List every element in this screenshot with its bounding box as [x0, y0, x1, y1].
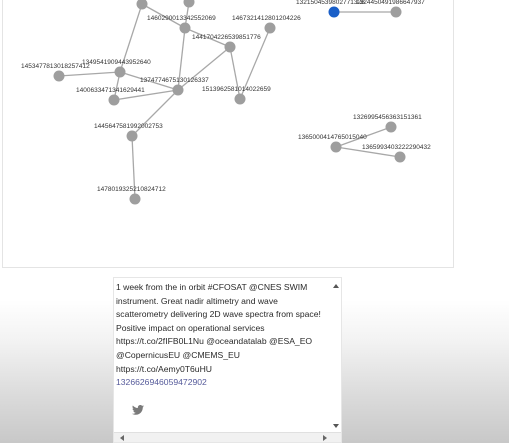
- twitter-icon[interactable]: [132, 405, 144, 415]
- graph-edge: [58, 71, 121, 77]
- graph-node[interactable]: [264, 22, 276, 34]
- node-label: 1513962581014022659: [202, 86, 271, 93]
- node-label: 1400633471341629441: [76, 87, 145, 94]
- tweet-body: 1 week from the in orbit #CFOSAT @CNES S…: [116, 282, 324, 374]
- graph-node[interactable]: [234, 93, 246, 105]
- node-label: 1326995456363151361: [353, 114, 422, 121]
- tweet-id-link[interactable]: 1326626946059472902: [116, 376, 328, 390]
- graph-node[interactable]: [129, 193, 141, 205]
- graph-node[interactable]: [172, 84, 184, 96]
- node-label: 1365000414765015040: [298, 134, 367, 141]
- graph-node[interactable]: [108, 94, 120, 106]
- scroll-up-arrow[interactable]: [333, 284, 339, 288]
- graph-panel[interactable]: 1460290013342552069 1467321412801204226 14…: [2, 0, 454, 268]
- node-label: 1441704226539851776: [192, 34, 261, 41]
- scroll-right-arrow[interactable]: [323, 435, 327, 441]
- node-label: 1349541909443952640: [82, 59, 151, 66]
- node-label: 1467321412801204226: [232, 15, 301, 22]
- horizontal-scrollbar[interactable]: [114, 432, 341, 442]
- tweet-card: 1 week from the in orbit #CFOSAT @CNES S…: [113, 277, 342, 443]
- scroll-left-arrow[interactable]: [120, 435, 124, 441]
- graph-node[interactable]: [328, 6, 340, 18]
- graph-node[interactable]: [126, 130, 138, 142]
- node-label: 1324450491986647937: [356, 0, 425, 6]
- tweet-text: 1 week from the in orbit #CFOSAT @CNES S…: [116, 281, 328, 390]
- graph-node[interactable]: [114, 66, 126, 78]
- node-label: 1460290013342552069: [147, 15, 216, 22]
- graph-node[interactable]: [136, 0, 148, 10]
- graph-node[interactable]: [385, 121, 397, 133]
- node-label: 1365993403222290432: [362, 144, 431, 151]
- node-label: 1374774675130126337: [140, 77, 209, 84]
- graph-node[interactable]: [390, 6, 402, 18]
- node-label: 1321504539802771328: [296, 0, 365, 6]
- graph-node[interactable]: [179, 22, 191, 34]
- graph-node[interactable]: [53, 70, 65, 82]
- graph-node[interactable]: [183, 0, 195, 8]
- scroll-down-arrow[interactable]: [333, 424, 339, 428]
- node-label: 1478019325210824712: [97, 186, 166, 193]
- network-graph[interactable]: 1460290013342552069 1467321412801204226 14…: [2, 0, 454, 268]
- graph-node[interactable]: [394, 151, 406, 163]
- graph-node[interactable]: [224, 41, 236, 53]
- node-label: 1445647581992002753: [94, 123, 163, 130]
- graph-node[interactable]: [330, 141, 342, 153]
- node-label: 1453477813018257412: [21, 63, 90, 70]
